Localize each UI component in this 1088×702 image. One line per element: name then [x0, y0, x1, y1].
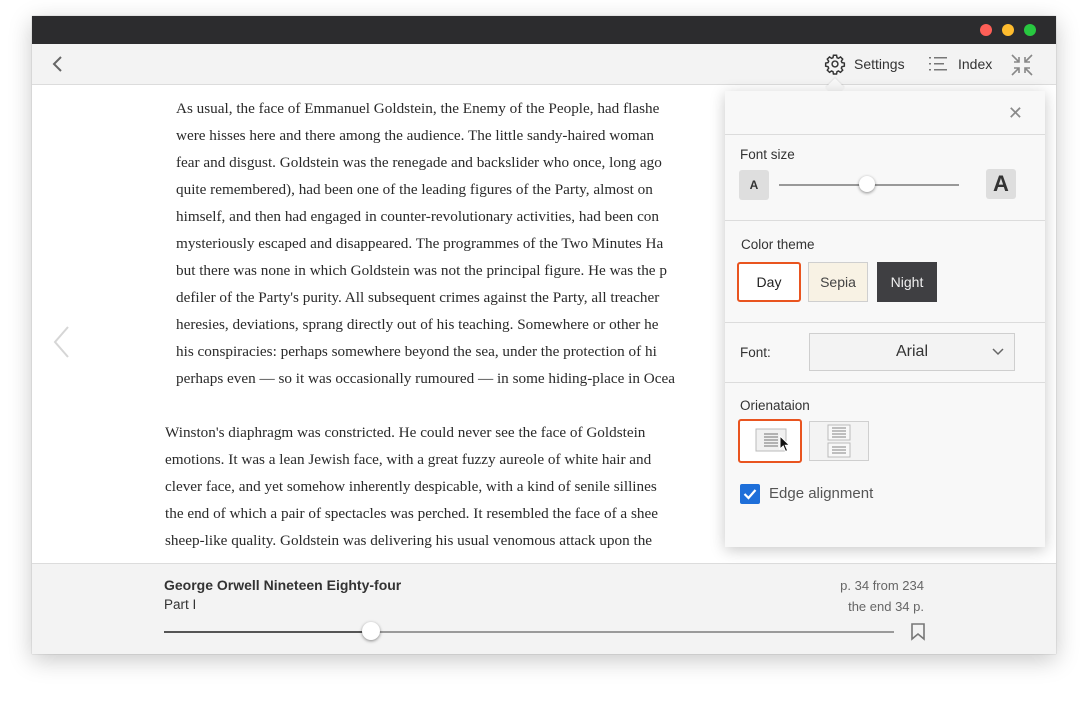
index-label: Index: [958, 56, 993, 72]
mouse-cursor-icon: [779, 435, 791, 453]
font-size-label: Font size: [740, 147, 795, 162]
index-button[interactable]: Index: [928, 52, 992, 76]
reading-progress-track[interactable]: [164, 631, 894, 633]
book-title: George Orwell Nineteen Eighty-four: [164, 577, 402, 593]
chevron-down-icon: [992, 348, 1004, 356]
decrease-font-button[interactable]: A: [739, 170, 769, 200]
orientation-single-page-button[interactable]: [738, 419, 802, 463]
list-icon: [929, 57, 947, 71]
font-select[interactable]: Arial: [809, 333, 1015, 371]
color-theme-label: Color theme: [741, 237, 815, 252]
edge-alignment-label: Edge alignment: [769, 485, 874, 502]
two-page-icon: [827, 424, 851, 458]
font-select-value: Arial: [895, 343, 928, 360]
exit-fullscreen-button[interactable]: [1010, 53, 1042, 77]
reading-progress-handle[interactable]: [361, 622, 380, 640]
close-icon[interactable]: ✕: [1008, 104, 1023, 122]
back-button[interactable]: [46, 54, 70, 74]
orientation-label: Orienataion: [740, 398, 810, 413]
minimize-window-button[interactable]: [1002, 24, 1014, 36]
settings-label: Settings: [854, 56, 905, 72]
title-bar: [32, 16, 1056, 44]
theme-day-button[interactable]: Day: [737, 262, 801, 302]
font-section: Font: Arial: [725, 323, 1045, 383]
font-size-section: Font size A A: [725, 135, 1045, 221]
single-page-icon: [755, 428, 787, 452]
settings-button[interactable]: Settings: [824, 52, 905, 76]
edge-alignment-checkbox[interactable]: [740, 484, 760, 504]
font-label: Font:: [740, 345, 771, 360]
reader-footer: George Orwell Nineteen Eighty-four Part …: [32, 563, 1056, 654]
collapse-icon: [1011, 54, 1033, 76]
font-size-slider-handle[interactable]: [859, 176, 876, 192]
settings-panel: ✕ Font size A A Color theme Day Sepia Ni…: [725, 91, 1045, 547]
orientation-section: Orienataion Edge alignment: [725, 383, 1045, 547]
previous-page-button[interactable]: [52, 325, 72, 359]
theme-sepia-button[interactable]: Sepia: [808, 262, 868, 302]
gear-icon: [824, 54, 846, 75]
chevron-left-icon: [53, 326, 69, 358]
page-end-info: the end 34 p.: [848, 599, 924, 614]
theme-night-button[interactable]: Night: [877, 262, 937, 302]
page-info: p. 34 from 234: [840, 578, 924, 593]
orientation-two-page-button[interactable]: [809, 421, 869, 461]
settings-header: ✕: [725, 91, 1045, 135]
book-part: Part I: [164, 597, 197, 612]
toolbar: Settings Index: [32, 44, 1056, 85]
chevron-left-icon: [52, 56, 62, 72]
increase-font-button[interactable]: A: [986, 169, 1016, 199]
checkmark-icon: [743, 489, 757, 500]
color-theme-section: Color theme Day Sepia Night: [725, 221, 1045, 323]
reading-progress-fill: [164, 631, 371, 633]
reader-window: Settings Index As usual, the face of Emm…: [32, 16, 1056, 654]
maximize-window-button[interactable]: [1024, 24, 1036, 36]
bookmark-icon[interactable]: [910, 623, 926, 641]
close-window-button[interactable]: [980, 24, 992, 36]
